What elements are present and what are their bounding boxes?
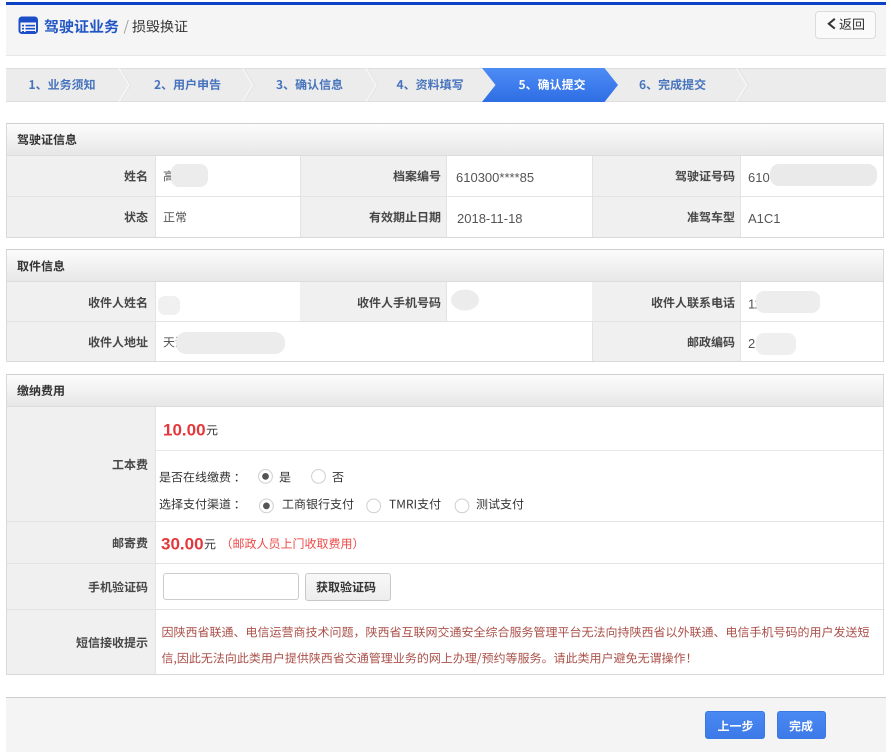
svg-text:610: 610: [748, 170, 770, 185]
svg-text:30.00: 30.00: [161, 535, 204, 554]
svg-text:A1C1: A1C1: [748, 211, 781, 226]
svg-text:2: 2: [748, 336, 755, 351]
svg-text:610300****85: 610300****85: [456, 170, 534, 185]
svg-text:2018-11-18: 2018-11-18: [457, 211, 523, 226]
svg-text:10.00: 10.00: [163, 421, 206, 440]
